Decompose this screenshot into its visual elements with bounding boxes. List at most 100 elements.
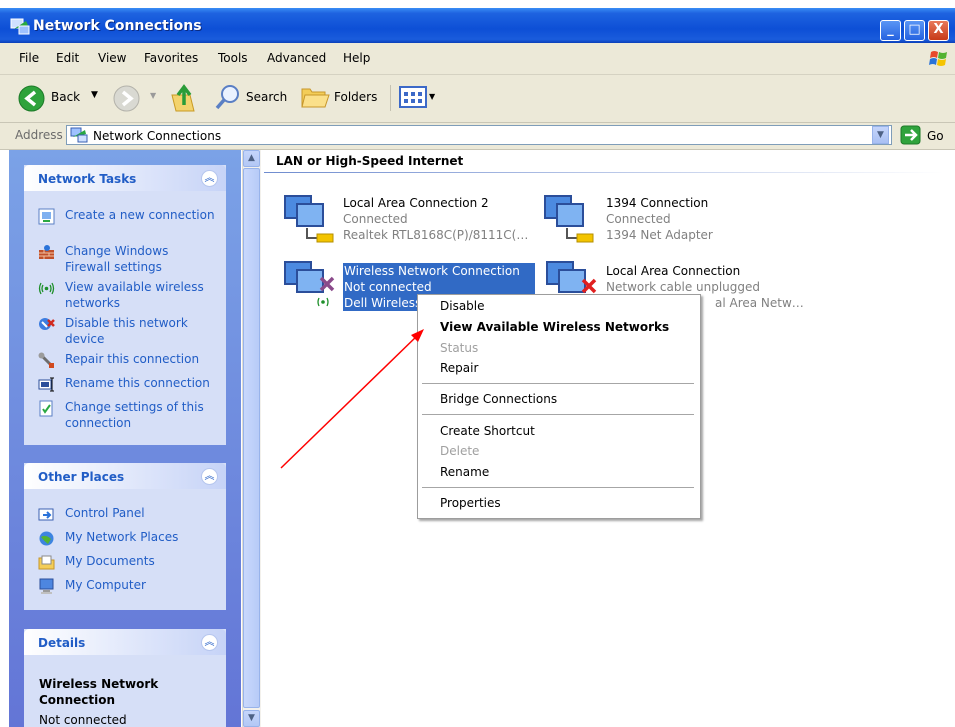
back-label: Back xyxy=(51,90,81,104)
disable-device-icon xyxy=(39,318,55,330)
menu-tools[interactable]: Tools xyxy=(218,51,248,65)
context-menu: Disable View Available Wireless Networks… xyxy=(417,294,701,519)
minimize-button[interactable]: _ xyxy=(880,20,901,41)
connection-status: Network cable unplugged xyxy=(606,280,761,294)
connection-name: 1394 Connection xyxy=(606,196,709,210)
collapse-icon[interactable]: ︽ xyxy=(201,634,218,651)
place-label: My Network Places xyxy=(65,530,179,544)
network-connections-icon xyxy=(10,18,30,35)
menu-favorites[interactable]: Favorites xyxy=(144,51,198,65)
forward-dropdown-icon[interactable]: ▼ xyxy=(150,91,156,100)
ctx-bridge-connections[interactable]: Bridge Connections xyxy=(440,392,557,406)
back-arrow-icon xyxy=(18,85,45,112)
ctx-repair[interactable]: Repair xyxy=(440,361,478,375)
details-panel: Details ︽ Wireless Network Connection No… xyxy=(24,629,226,727)
folders-button[interactable]: Folders xyxy=(301,81,383,115)
menu-view[interactable]: View xyxy=(98,51,126,65)
minimize-icon: _ xyxy=(887,22,894,37)
scroll-thumb[interactable] xyxy=(243,168,260,708)
repair-icon xyxy=(38,352,54,368)
place-label: My Documents xyxy=(65,554,155,568)
task-label: View available wireless networks xyxy=(65,280,204,310)
search-icon xyxy=(215,85,239,110)
back-button[interactable]: Back ▼ xyxy=(18,83,108,113)
task-label: Disable this network device xyxy=(65,316,188,346)
views-button[interactable]: ▼ xyxy=(399,85,439,111)
maximize-button[interactable]: □ xyxy=(904,20,925,41)
firewall-icon xyxy=(39,245,54,259)
close-button[interactable]: X xyxy=(928,20,949,41)
ctx-separator xyxy=(422,414,694,415)
go-arrow-icon xyxy=(900,125,921,145)
title-bar[interactable]: Network Connections _ □ X xyxy=(0,8,955,43)
task-label: Change Windows Firewall settings xyxy=(65,244,169,274)
connection-name: Wireless Network Connection xyxy=(344,264,520,278)
address-dropdown-icon[interactable]: ▼ xyxy=(872,126,889,144)
folders-label: Folders xyxy=(334,90,378,104)
other-places-panel: Other Places ︽ Control Panel My Network … xyxy=(24,463,226,610)
scroll-up-button[interactable]: ▲ xyxy=(243,150,260,167)
windows-logo-icon xyxy=(929,51,947,66)
window-title: Network Connections xyxy=(33,18,202,34)
collapse-icon[interactable]: ︽ xyxy=(201,170,218,187)
connection-local-area-2[interactable]: Local Area Connection 2 Connected Realte… xyxy=(283,190,533,248)
go-button[interactable]: Go xyxy=(900,125,950,146)
network-tasks-header[interactable]: Network Tasks ︽ xyxy=(24,165,226,191)
connection-device: Realtek RTL8168C(P)/8111C(… xyxy=(343,228,529,242)
annotation-arrow xyxy=(280,329,424,469)
other-places-header[interactable]: Other Places ︽ xyxy=(24,463,226,489)
address-value: Network Connections xyxy=(93,129,222,143)
address-input[interactable]: Network Connections xyxy=(66,125,892,145)
back-dropdown-icon[interactable]: ▼ xyxy=(91,90,98,100)
new-connection-icon xyxy=(38,208,55,225)
go-label: Go xyxy=(927,129,944,143)
connection-device: al Area Netw… xyxy=(715,296,804,310)
task-label: Change settings of this connection xyxy=(65,400,204,430)
ctx-create-shortcut[interactable]: Create Shortcut xyxy=(440,424,535,438)
connection-status: Connected xyxy=(606,212,671,226)
task-label: Rename this connection xyxy=(65,376,210,390)
menu-file[interactable]: File xyxy=(19,51,39,65)
connection-name: Local Area Connection 2 xyxy=(343,196,489,210)
ctx-disable[interactable]: Disable xyxy=(440,299,485,313)
collapse-icon[interactable]: ︽ xyxy=(201,468,218,485)
scroll-down-button[interactable]: ▼ xyxy=(243,710,260,727)
details-status: Not connected xyxy=(39,713,127,727)
connection-status: Not connected xyxy=(344,280,432,294)
group-header: LAN or High-Speed Internet xyxy=(276,154,464,168)
details-header[interactable]: Details ︽ xyxy=(24,629,226,655)
connection-name: Local Area Connection xyxy=(606,264,741,278)
ctx-view-wireless-networks[interactable]: View Available Wireless Networks xyxy=(440,320,669,334)
place-label: Control Panel xyxy=(65,506,145,520)
lan-connection-icon xyxy=(544,195,594,243)
up-folder-icon[interactable] xyxy=(170,83,198,113)
forward-arrow-icon[interactable] xyxy=(113,85,140,112)
folders-icon xyxy=(301,88,330,108)
menu-help[interactable]: Help xyxy=(343,51,370,65)
ctx-properties[interactable]: Properties xyxy=(440,496,501,510)
wireless-connection-icon xyxy=(284,261,335,307)
ctx-rename[interactable]: Rename xyxy=(440,465,489,479)
connection-device: Dell Wireless xyxy=(344,296,422,310)
task-label: Create a new connection xyxy=(65,208,215,222)
ctx-status: Status xyxy=(440,341,479,355)
ctx-delete: Delete xyxy=(440,444,480,458)
toolbar-separator xyxy=(390,85,391,111)
toolbar: Back ▼ ▼ Search Folders ▼ xyxy=(0,75,955,123)
lan-connection-icon xyxy=(284,195,334,243)
connection-1394[interactable]: 1394 Connection Connected 1394 Net Adapt… xyxy=(543,190,793,248)
menu-advanced[interactable]: Advanced xyxy=(267,51,326,65)
connection-device: 1394 Net Adapter xyxy=(606,228,713,242)
address-bar: Address Network Connections ▼ Go xyxy=(0,123,955,150)
ctx-separator xyxy=(422,487,694,488)
search-button[interactable]: Search xyxy=(214,81,292,115)
other-places-title: Other Places xyxy=(38,470,125,484)
network-tasks-title: Network Tasks xyxy=(38,172,137,186)
menu-edit[interactable]: Edit xyxy=(56,51,79,65)
wireless-icon xyxy=(38,282,55,295)
task-pane: Network Tasks ︽ Create a new connection … xyxy=(9,150,241,727)
search-label: Search xyxy=(246,90,288,104)
task-label: Repair this connection xyxy=(65,352,200,366)
settings-icon xyxy=(39,400,53,417)
maximize-icon: □ xyxy=(908,22,921,37)
